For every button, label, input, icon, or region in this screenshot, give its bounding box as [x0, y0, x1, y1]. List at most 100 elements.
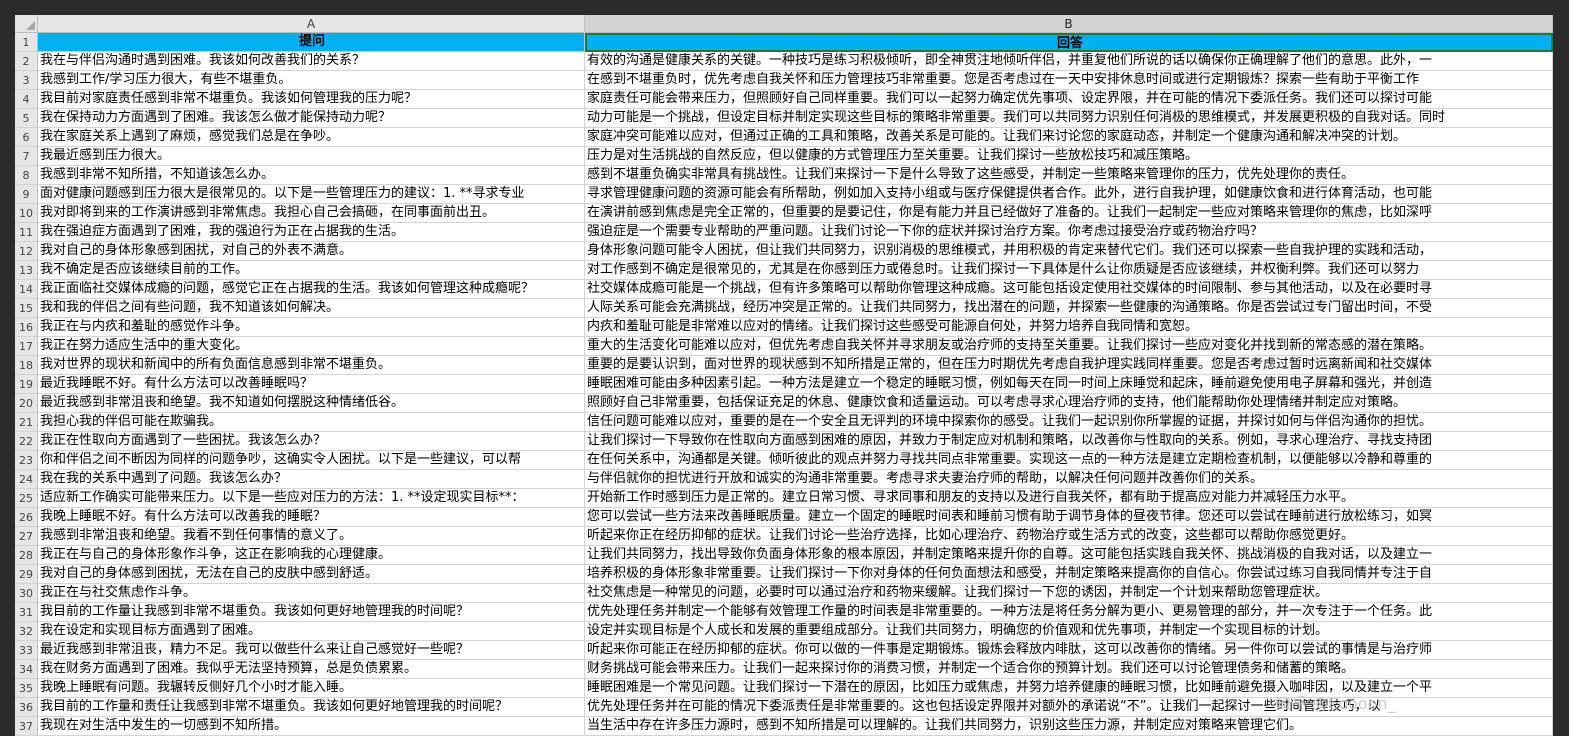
row-number[interactable]: 15 — [15, 299, 38, 318]
row-number[interactable]: 12 — [15, 242, 38, 261]
question-cell[interactable]: 我正面临社交媒体成瘾的问题，感觉它正在占据我的生活。我该如何管理这种成瘾呢？ — [38, 280, 585, 299]
row-number[interactable]: 6 — [15, 128, 38, 147]
row-number[interactable]: 9 — [15, 185, 38, 204]
question-cell[interactable]: 我正在与自己的身体形象作斗争，这正在影响我的心理健康。 — [38, 546, 585, 565]
answer-cell[interactable]: 优先处理任务并在可能的情况下委派责任是非常重要的。这也包括设定界限并对额外的承诺… — [585, 698, 1553, 717]
answer-cell[interactable]: 家庭责任可能会带来压力，但照顾好自己同样重要。我们可以一起努力确定优先事项、设定… — [585, 90, 1553, 109]
answer-cell[interactable]: 动力可能是一个挑战，但设定目标并制定实现这些目标的策略非常重要。我们可以共同努力… — [585, 109, 1553, 128]
answer-cell[interactable]: 有效的沟通是健康关系的关键。一种技巧是练习积极倾听，即全神贯注地倾听伴侣，并重复… — [585, 52, 1553, 71]
row-number[interactable]: 3 — [15, 71, 38, 90]
question-cell[interactable]: 我在保持动力方面遇到了困难。我该怎么做才能保持动力呢？ — [38, 109, 585, 128]
row-number[interactable]: 23 — [15, 451, 38, 470]
question-cell[interactable]: 我在设定和实现目标方面遇到了困难。 — [38, 622, 585, 641]
row-number[interactable]: 4 — [15, 90, 38, 109]
question-cell[interactable]: 我在与伴侣沟通时遇到困难。我该如何改善我们的关系？ — [38, 52, 585, 71]
question-cell[interactable]: 我在我的关系中遇到了问题。我该怎么办？ — [38, 470, 585, 489]
question-cell[interactable]: 我和我的伴侣之间有些问题，我不知道该如何解决。 — [38, 299, 585, 318]
row-number[interactable]: 24 — [15, 470, 38, 489]
answer-cell[interactable]: 在任何关系中，沟通都是关键。倾听彼此的观点并努力寻找共同点非常重要。实现这一点的… — [585, 451, 1553, 470]
answer-cell[interactable]: 设定并实现目标是个人成长和发展的重要组成部分。让我们共同努力，明确您的价值观和优… — [585, 622, 1553, 641]
question-cell[interactable]: 我晚上睡眠有问题。我辗转反侧好几个小时才能入睡。 — [38, 679, 585, 698]
question-cell[interactable]: 我正在努力适应生活中的重大变化。 — [38, 337, 585, 356]
row-number[interactable]: 21 — [15, 413, 38, 432]
answer-cell[interactable]: 重要的是要认识到，面对世界的现状感到不知所措是正常的，但在压力时期优先考虑自我护… — [585, 356, 1553, 375]
question-cell[interactable]: 我不确定是否应该继续目前的工作。 — [38, 261, 585, 280]
question-cell[interactable]: 我最近感到压力很大。 — [38, 147, 585, 166]
row-number[interactable]: 5 — [15, 109, 38, 128]
answer-cell[interactable]: 让我们共同努力，找出导致你负面身体形象的根本原因，并制定策略来提升你的自尊。这可… — [585, 546, 1553, 565]
answer-cell[interactable]: 开始新工作时感到压力是正常的。建立日常习惯、寻求同事和朋友的支持以及进行自我关怀… — [585, 489, 1553, 508]
answer-cell[interactable]: 强迫症是一个需要专业帮助的严重问题。让我们讨论一下你的症状并探讨治疗方案。你考虑… — [585, 223, 1553, 242]
question-cell[interactable]: 我担心我的伴侣可能在欺骗我。 — [38, 413, 585, 432]
row-number[interactable]: 28 — [15, 546, 38, 565]
answer-cell[interactable]: 重大的生活变化可能难以应对，但优先考虑自我关怀并寻求朋友或治疗师的支持至关重要。… — [585, 337, 1553, 356]
answer-cell[interactable]: 听起来你正在经历抑郁的症状。让我们讨论一些治疗选择，比如心理治疗、药物治疗或生活… — [585, 527, 1553, 546]
column-header-a[interactable]: A — [38, 15, 585, 33]
row-number[interactable]: 17 — [15, 337, 38, 356]
question-cell[interactable]: 我晚上睡眠不好。有什么方法可以改善我的睡眠？ — [38, 508, 585, 527]
answer-cell[interactable]: 与伴侣就你的担忧进行开放和诚实的沟通非常重要。考虑寻求夫妻治疗师的帮助，以解决任… — [585, 470, 1553, 489]
question-cell[interactable]: 你和伴侣之间不断因为同样的问题争吵，这确实令人困扰。以下是一些建议，可以帮 — [38, 451, 585, 470]
answer-cell[interactable]: 社交媒体成瘾可能是一个挑战，但有许多策略可以帮助你管理这种成瘾。这可能包括设定使… — [585, 280, 1553, 299]
answer-cell[interactable]: 家庭冲突可能难以应对，但通过正确的工具和策略，改善关系是可能的。让我们来讨论您的… — [585, 128, 1553, 147]
answer-cell[interactable]: 财务挑战可能会带来压力。让我们一起来探讨你的消费习惯，并制定一个适合你的预算计划… — [585, 660, 1553, 679]
answer-cell[interactable]: 在感到不堪重负时，优先考虑自我关怀和压力管理技巧非常重要。您是否考虑过在一天中安… — [585, 71, 1553, 90]
question-cell[interactable]: 我目前的工作量和责任让我感到非常不堪重负。我该如何更好地管理我的时间呢？ — [38, 698, 585, 717]
question-cell[interactable]: 我目前对家庭责任感到非常不堪重负。我该如何管理我的压力呢？ — [38, 90, 585, 109]
question-cell[interactable]: 最近我睡眠不好。有什么方法可以改善睡眠吗？ — [38, 375, 585, 394]
row-number[interactable]: 34 — [15, 660, 38, 679]
answer-cell[interactable]: 让我们探讨一下导致你在性取向方面感到困难的原因，并致力于制定应对机制和策略，以改… — [585, 432, 1553, 451]
answer-cell[interactable]: 睡眠困难是一个常见问题。让我们探讨一下潜在的原因，比如压力或焦虑，并努力培养健康… — [585, 679, 1553, 698]
question-cell[interactable]: 适应新工作确实可能带来压力。以下是一些应对压力的方法：1. **设定现实目标**… — [38, 489, 585, 508]
answer-cell[interactable]: 培养积极的身体形象非常重要。让我们探讨一下你对身体的任何负面想法和感受，并制定策… — [585, 565, 1553, 584]
row-number[interactable]: 27 — [15, 527, 38, 546]
row-number[interactable]: 16 — [15, 318, 38, 337]
question-cell[interactable]: 我正在与社交焦虑作斗争。 — [38, 584, 585, 603]
row-number[interactable]: 18 — [15, 356, 38, 375]
question-cell[interactable]: 我正在与内疚和羞耻的感觉作斗争。 — [38, 318, 585, 337]
header-cell-question[interactable]: 提问 — [38, 33, 585, 52]
answer-cell[interactable]: 您可以尝试一些方法来改善睡眠质量。建立一个固定的睡眠时间表和睡前习惯有助于调节身… — [585, 508, 1553, 527]
answer-cell[interactable]: 睡眠困难可能由多种因素引起。一种方法是建立一个稳定的睡眠习惯，例如每天在同一时间… — [585, 375, 1553, 394]
answer-cell[interactable]: 内疚和羞耻可能是非常难以应对的情绪。让我们探讨这些感受可能源自何处，并努力培养自… — [585, 318, 1553, 337]
answer-cell[interactable]: 人际关系可能会充满挑战，经历冲突是正常的。让我们共同努力，找出潜在的问题，并探索… — [585, 299, 1553, 318]
row-number[interactable]: 10 — [15, 204, 38, 223]
answer-cell[interactable]: 压力是对生活挑战的自然反应，但以健康的方式管理压力至关重要。让我们探讨一些放松技… — [585, 147, 1553, 166]
row-number[interactable]: 32 — [15, 622, 38, 641]
question-cell[interactable]: 我现在对生活中发生的一切感到不知所措。 — [38, 717, 585, 736]
column-header-b[interactable]: B — [585, 15, 1553, 33]
row-number[interactable]: 36 — [15, 698, 38, 717]
question-cell[interactable]: 我对自己的身体形象感到困扰，对自己的外表不满意。 — [38, 242, 585, 261]
answer-cell[interactable]: 信任问题可能难以应对，重要的是在一个安全且无评判的环境中探索你的感受。让我们一起… — [585, 413, 1553, 432]
row-number[interactable]: 11 — [15, 223, 38, 242]
row-number[interactable]: 25 — [15, 489, 38, 508]
answer-cell[interactable]: 社交焦虑是一种常见的问题，必要时可以通过治疗和药物来缓解。让我们探讨一下您的诱因… — [585, 584, 1553, 603]
question-cell[interactable]: 我目前的工作量让我感到非常不堪重负。我该如何更好地管理我的时间呢？ — [38, 603, 585, 622]
row-number[interactable]: 22 — [15, 432, 38, 451]
answer-cell[interactable]: 优先处理任务并制定一个能够有效管理工作量的时间表是非常重要的。一种方法是将任务分… — [585, 603, 1553, 622]
row-number[interactable]: 35 — [15, 679, 38, 698]
row-number[interactable]: 26 — [15, 508, 38, 527]
question-cell[interactable]: 我对世界的现状和新闻中的所有负面信息感到非常不堪重负。 — [38, 356, 585, 375]
question-cell[interactable]: 我在家庭关系上遇到了麻烦，感觉我们总是在争吵。 — [38, 128, 585, 147]
answer-cell[interactable]: 寻求管理健康问题的资源可能会有所帮助，例如加入支持小组或与医疗保健提供者合作。此… — [585, 185, 1553, 204]
question-cell[interactable]: 最近我感到非常沮丧，精力不足。我可以做些什么来让自己感觉好一些呢？ — [38, 641, 585, 660]
row-number[interactable]: 31 — [15, 603, 38, 622]
question-cell[interactable]: 我正在性取向方面遇到了一些困扰。我该怎么办？ — [38, 432, 585, 451]
header-cell-answer[interactable]: 回答 — [585, 33, 1553, 52]
question-cell[interactable]: 面对健康问题感到压力很大是很常见的。以下是一些管理压力的建议：1. **寻求专业 — [38, 185, 585, 204]
answer-cell[interactable]: 感到不堪重负确实非常具有挑战性。让我们来探讨一下是什么导致了这些感受，并制定一些… — [585, 166, 1553, 185]
answer-cell[interactable]: 当生活中存在许多压力源时，感到不知所措是可以理解的。让我们共同努力，识别这些压力… — [585, 717, 1553, 736]
answer-cell[interactable]: 身体形象问题可能令人困扰，但让我们共同努力，识别消极的思维模式，并用积极的肯定来… — [585, 242, 1553, 261]
row-number[interactable]: 20 — [15, 394, 38, 413]
question-cell[interactable]: 我在财务方面遇到了困难。我似乎无法坚持预算，总是负债累累。 — [38, 660, 585, 679]
row-number[interactable]: 1 — [15, 33, 38, 52]
question-cell[interactable]: 我对即将到来的工作演讲感到非常焦虑。我担心自己会搞砸，在同事面前出丑。 — [38, 204, 585, 223]
answer-cell[interactable]: 在演讲前感到焦虑是完全正常的，但重要的是要记住，你是有能力并且已经做好了准备的。… — [585, 204, 1553, 223]
answer-cell[interactable]: 照顾好自己非常重要，包括保证充足的休息、健康饮食和适量运动。可以考虑寻求心理治疗… — [585, 394, 1553, 413]
row-number[interactable]: 8 — [15, 166, 38, 185]
question-cell[interactable]: 我对自己的身体感到困扰，无法在自己的皮肤中感到舒适。 — [38, 565, 585, 584]
select-all-button[interactable] — [15, 15, 38, 33]
question-cell[interactable]: 我在强迫症方面遇到了困难，我的强迫行为正在占据我的生活。 — [38, 223, 585, 242]
answer-cell[interactable]: 听起来你可能正在经历抑郁的症状。你可以做的一件事是定期锻炼。锻炼会释放内啡肽，这… — [585, 641, 1553, 660]
